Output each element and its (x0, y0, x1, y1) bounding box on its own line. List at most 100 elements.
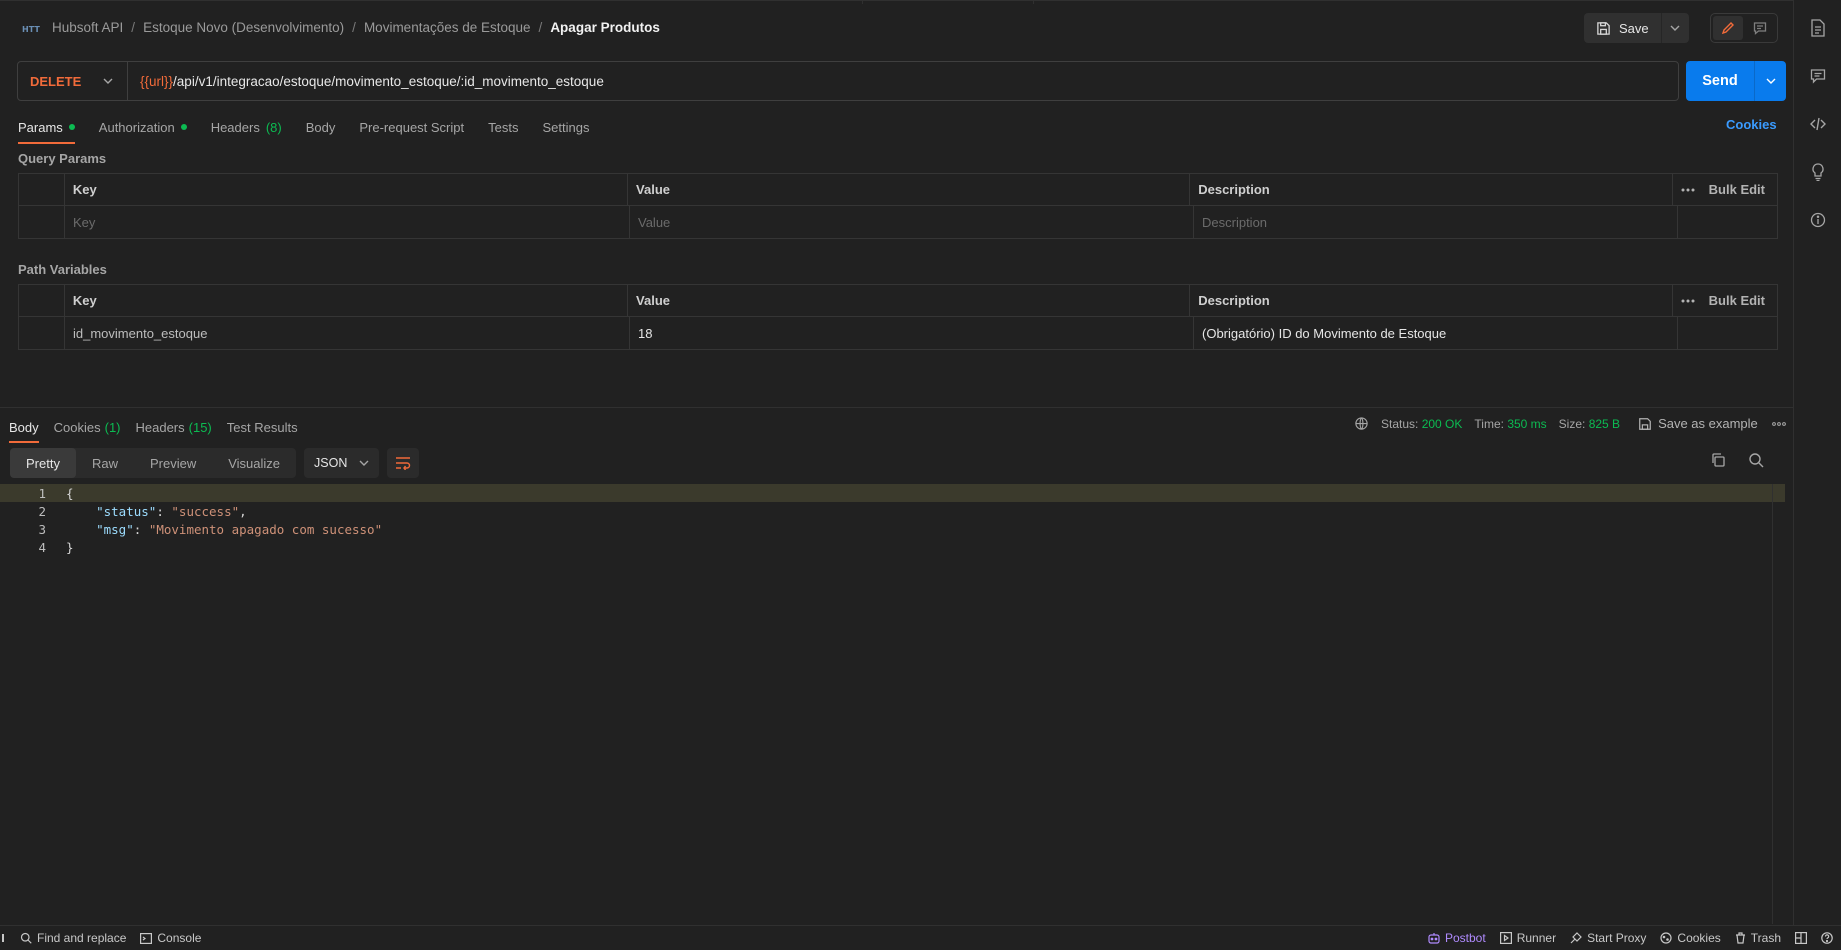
url-path: /api/v1/integracao/estoque/movimento_est… (173, 73, 604, 89)
json-comma: , (239, 503, 247, 519)
more-options-icon[interactable] (1681, 188, 1695, 192)
request-name[interactable]: Apagar Produtos (550, 20, 660, 35)
edit-mode-button[interactable] (1713, 16, 1743, 40)
send-button[interactable]: Send (1686, 61, 1754, 101)
copy-icon[interactable] (1710, 452, 1726, 468)
tab-label: Headers (210, 119, 260, 135)
layout-toggle[interactable] (1795, 931, 1808, 945)
response-tabs: Body Cookies (1) Headers (15) Test Resul… (9, 414, 313, 443)
time-badge[interactable]: Time: 350 ms (1474, 417, 1546, 431)
help-button[interactable] (1821, 931, 1833, 945)
size-badge[interactable]: Size: 825 B (1559, 417, 1620, 431)
response-tab-test-results[interactable]: Test Results (227, 414, 298, 440)
comments-icon[interactable] (1806, 64, 1830, 88)
postbot-button[interactable]: Postbot (1428, 931, 1486, 945)
status-dot (180, 124, 187, 130)
search-icon (20, 932, 32, 944)
breadcrumb-separator: / (352, 20, 356, 35)
tab-authorization[interactable]: Authorization (99, 114, 187, 140)
runner-label: Runner (1516, 931, 1557, 945)
description-input[interactable]: Description (1194, 206, 1678, 238)
url-input[interactable]: {{url}}/api/v1/integracao/estoque/movime… (128, 74, 604, 89)
breadcrumb: HTTP Hubsoft API / Estoque Novo (Desenvo… (22, 20, 660, 35)
tab-settings[interactable]: Settings (542, 114, 589, 140)
tab-params[interactable]: Params (18, 114, 75, 144)
send-dropdown-button[interactable] (1754, 61, 1786, 101)
tab-pre-request-script[interactable]: Pre-request Script (359, 114, 464, 140)
value-input[interactable]: Value (630, 206, 1194, 238)
cookies-button[interactable]: Cookies (1660, 931, 1721, 945)
breadcrumb-item-folder[interactable]: Estoque Novo (Desenvolvimento) (143, 20, 344, 35)
more-options-icon[interactable] (1681, 299, 1695, 303)
request-workspace: HTTP Hubsoft API / Estoque Novo (Desenvo… (0, 0, 1793, 925)
tab-body[interactable]: Body (306, 114, 336, 140)
editor-scrollbar[interactable] (1772, 484, 1773, 924)
request-header: HTTP Hubsoft API / Estoque Novo (Desenvo… (0, 10, 1793, 48)
lightbulb-icon[interactable] (1806, 160, 1830, 184)
key-input[interactable]: Key (65, 206, 630, 238)
request-response-divider[interactable] (0, 407, 1793, 408)
breadcrumb-item-subfolder[interactable]: Movimentações de Estoque (364, 20, 531, 35)
trash-button[interactable]: Trash (1735, 931, 1781, 945)
response-tab-headers[interactable]: Headers (15) (136, 414, 212, 440)
find-and-replace-button[interactable]: Find and replace (20, 931, 126, 945)
tab-count: (1) (104, 419, 121, 435)
table-header-row: Key Value Description Bulk Edit (19, 285, 1777, 317)
format-preview[interactable]: Preview (134, 448, 212, 478)
path-variable-key: id_movimento_estoque (65, 317, 630, 349)
save-icon (1638, 417, 1652, 431)
bulk-edit-button[interactable]: Bulk Edit (1709, 293, 1765, 308)
start-proxy-label: Start Proxy (1587, 931, 1647, 945)
save-as-example-label: Save as example (1658, 416, 1758, 431)
response-body-editor[interactable]: 1 { 2 "status": "success", 3 "msg": "Mov… (0, 484, 1785, 924)
more-options-icon[interactable] (1771, 421, 1786, 426)
sidebar-toggle[interactable] (2, 931, 6, 945)
tab-count: (8) (265, 119, 282, 135)
code-line: 4 } (0, 538, 1785, 556)
format-raw[interactable]: Raw (76, 448, 134, 478)
code-line: 2 "status": "success", (0, 502, 1785, 520)
response-tab-cookies[interactable]: Cookies (1) (54, 414, 121, 440)
status-badge[interactable]: Status: 200 OK (1381, 417, 1462, 431)
format-visualize[interactable]: Visualize (212, 448, 296, 478)
column-key: Key (65, 174, 629, 205)
save-group: Save (1584, 13, 1689, 43)
path-variable-description[interactable]: (Obrigatório) ID do Movimento de Estoque (1194, 317, 1678, 349)
console-button[interactable]: Console (140, 931, 201, 945)
save-dropdown-button[interactable] (1660, 13, 1689, 43)
code-icon[interactable] (1806, 112, 1830, 136)
method-select[interactable]: DELETE (18, 62, 128, 100)
code-text: { (66, 485, 74, 501)
status-value: 200 OK (1421, 416, 1463, 431)
documentation-icon[interactable] (1806, 16, 1830, 40)
format-pretty[interactable]: Pretty (10, 448, 76, 478)
row-checkbox-cell (19, 206, 65, 238)
path-variable-value[interactable]: 18 (630, 317, 1194, 349)
comment-icon (1753, 21, 1767, 35)
cookies-link[interactable]: Cookies (1726, 117, 1777, 132)
format-tabs: Pretty Raw Preview Visualize (10, 448, 297, 478)
wrap-lines-button[interactable] (387, 448, 420, 478)
save-button[interactable]: Save (1584, 13, 1661, 43)
info-icon[interactable] (1806, 208, 1830, 232)
line-number: 3 (38, 521, 46, 537)
language-select[interactable]: JSON (304, 448, 380, 478)
tab-label: Params (18, 119, 63, 135)
row-actions-cell (1678, 317, 1777, 349)
search-icon[interactable] (1748, 452, 1764, 468)
tab-tests[interactable]: Tests (488, 114, 518, 140)
response-tab-body[interactable]: Body (9, 414, 39, 443)
comment-mode-button[interactable] (1745, 16, 1775, 40)
help-icon (1821, 932, 1833, 944)
table-row: id_movimento_estoque 18 (Obrigatório) ID… (19, 317, 1777, 349)
bulk-edit-button[interactable]: Bulk Edit (1709, 182, 1765, 197)
save-as-example-button[interactable]: Save as example (1638, 416, 1758, 431)
tab-headers[interactable]: Headers (8) (211, 114, 282, 140)
globe-icon[interactable] (1354, 416, 1369, 431)
breadcrumb-item-collection[interactable]: Hubsoft API (52, 20, 123, 35)
runner-button[interactable]: Runner (1499, 931, 1557, 945)
right-sidebar (1793, 0, 1841, 925)
save-icon (1596, 21, 1611, 36)
column-description: Description (1190, 174, 1673, 205)
start-proxy-button[interactable]: Start Proxy (1570, 931, 1646, 945)
